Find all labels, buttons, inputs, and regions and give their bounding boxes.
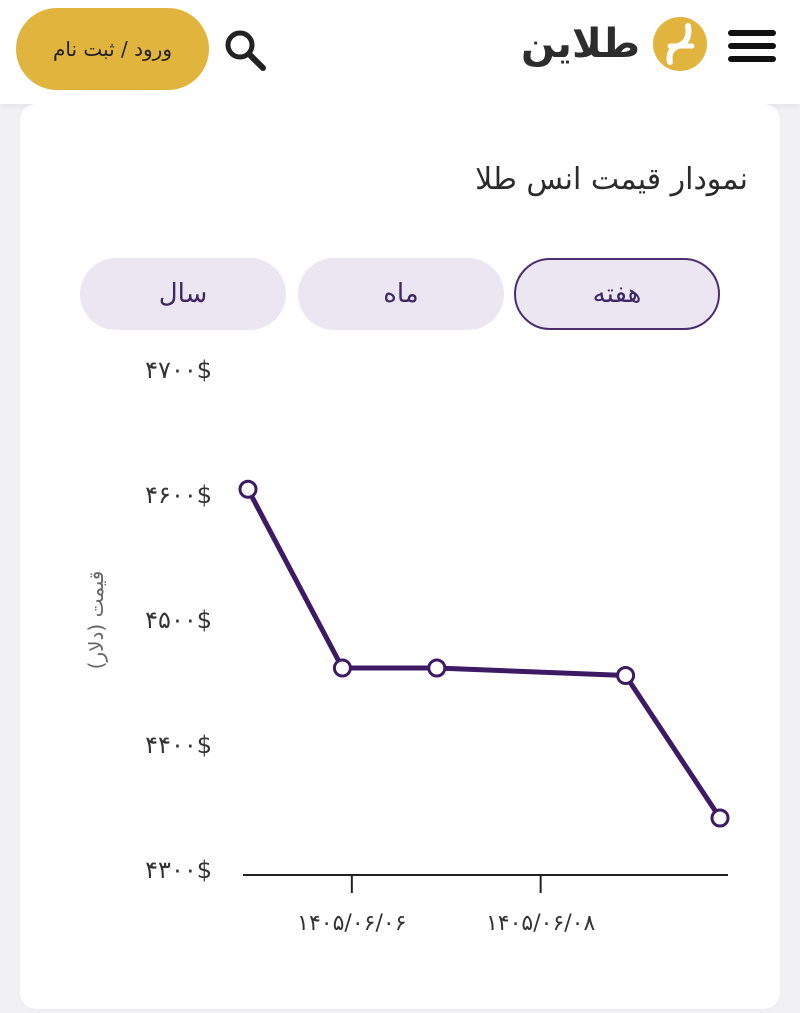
price-series-line <box>245 488 723 820</box>
x-tick-label: ۱۴۰۵/۰۶/۰۶ <box>297 911 406 936</box>
price-data-point <box>616 666 636 685</box>
y-tick-label: ۴۳۰۰$ <box>145 856 212 884</box>
y-tick-label: ۴۶۰۰$ <box>145 481 212 509</box>
y-axis-title: قیمت (دلار) <box>84 571 108 670</box>
price-data-point <box>238 479 258 499</box>
y-tick-label: ۴۴۰۰$ <box>145 731 212 759</box>
price-data-point <box>710 808 730 828</box>
y-tick-label: ۴۷۰۰$ <box>145 356 212 384</box>
price-line-chart: ۴۷۰۰$ ۴۶۰۰$ ۴۵۰۰$ ۴۴۰۰$ ۴۳۰۰$ قیمت (دلار) ۱۴۰۵… <box>84 356 730 936</box>
x-tick-label: ۱۴۰۵/۰۶/۰۸ <box>486 911 596 936</box>
y-tick-label: ۴۵۰۰$ <box>145 606 212 634</box>
price-data-point <box>332 658 352 678</box>
price-data-point <box>427 658 447 678</box>
